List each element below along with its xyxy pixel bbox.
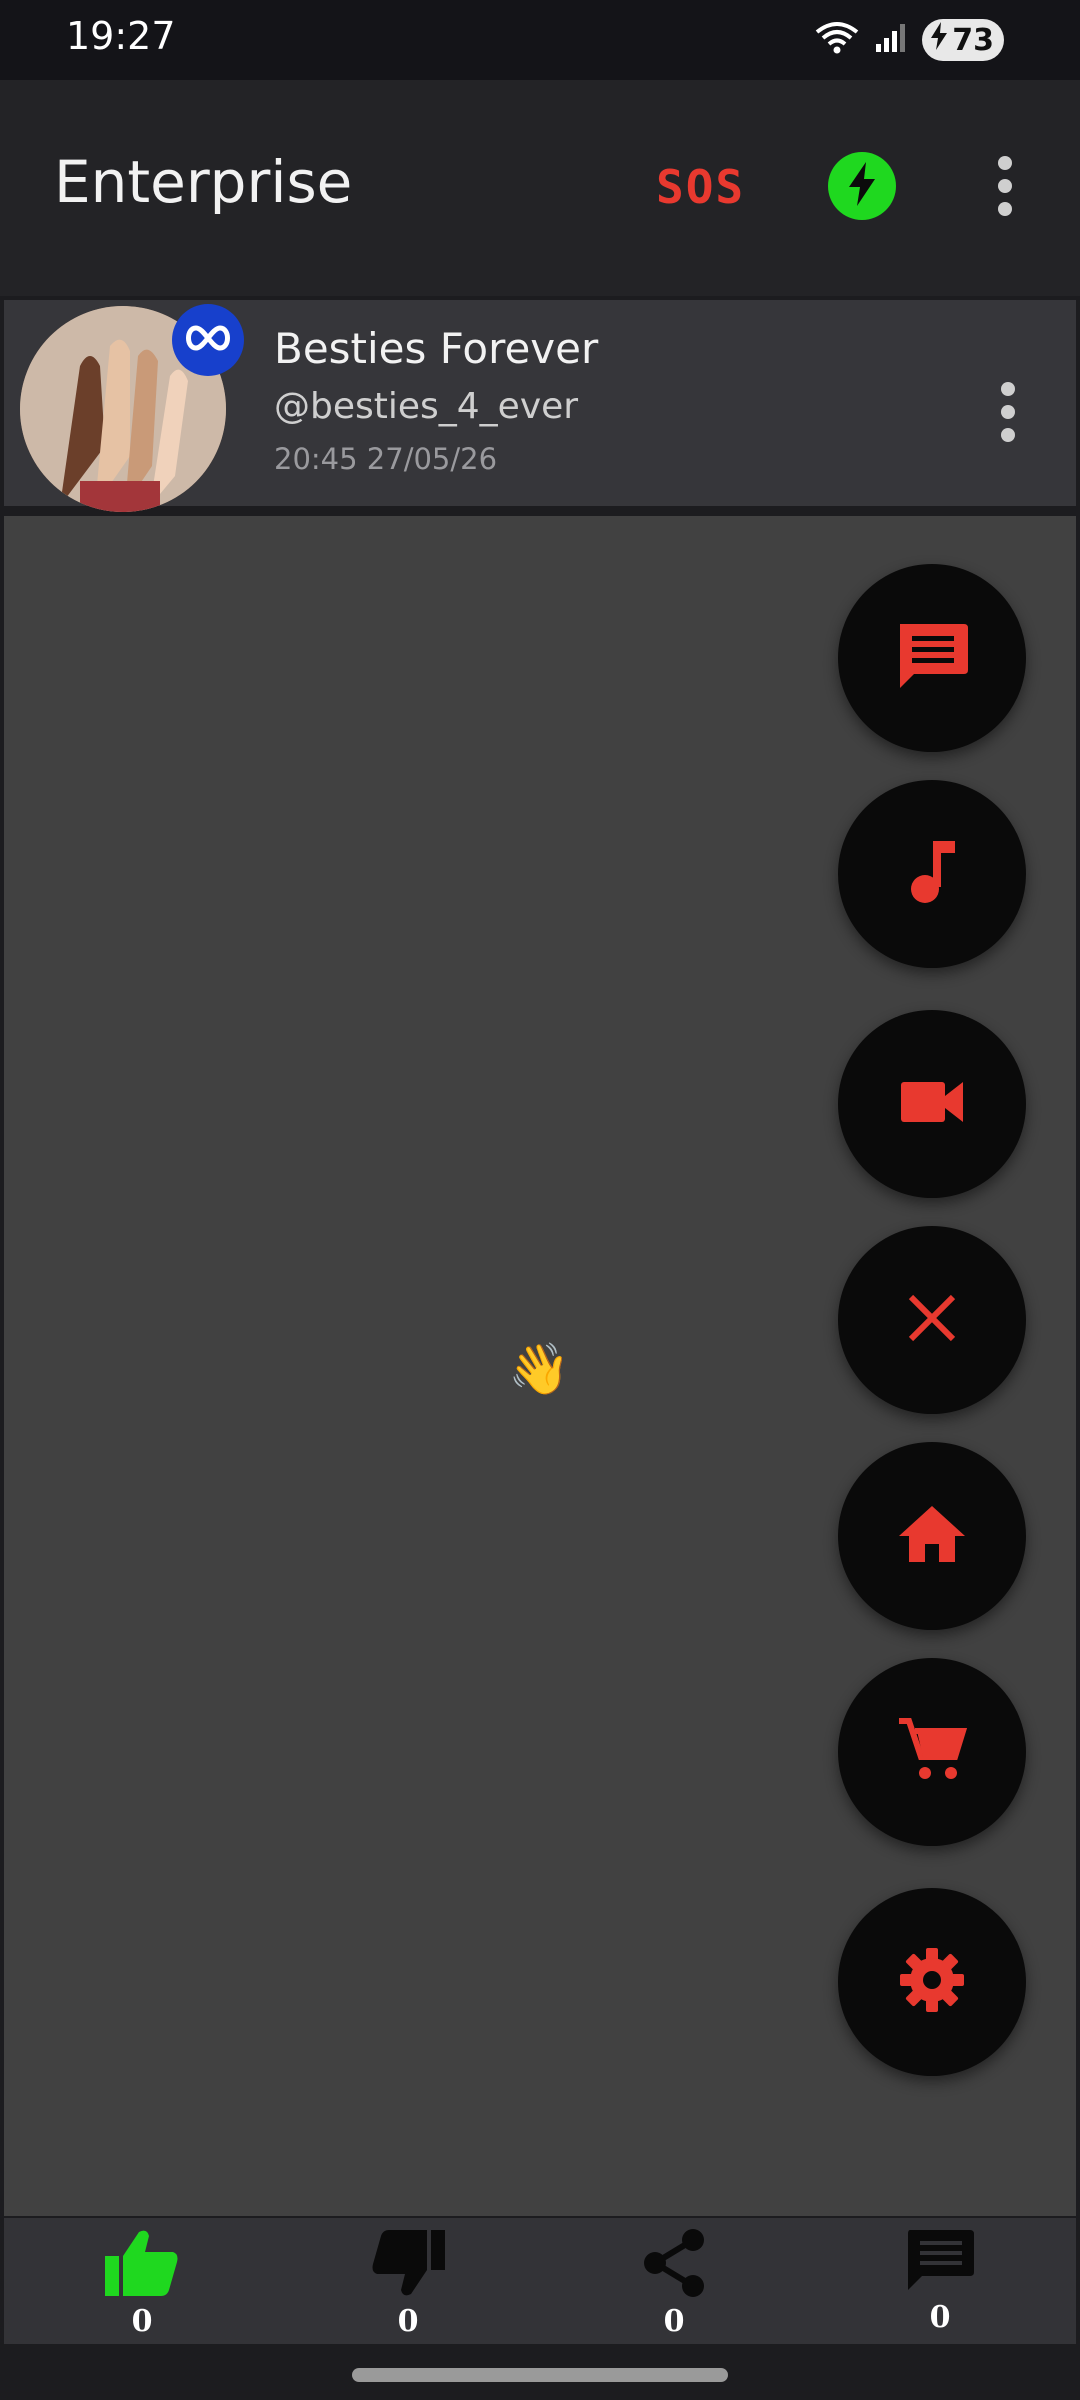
- profile-menu-button[interactable]: [998, 382, 1018, 442]
- music-fab-button[interactable]: [838, 780, 1026, 968]
- settings-fab-button[interactable]: [838, 1888, 1026, 2076]
- signal-icon: [874, 22, 908, 58]
- gear-icon: [898, 1946, 966, 2018]
- like-button[interactable]: 0: [72, 2228, 212, 2339]
- music-note-icon: [907, 839, 957, 909]
- like-count: 0: [131, 2304, 153, 2339]
- close-icon: [907, 1293, 957, 1347]
- sos-button[interactable]: SOS: [656, 160, 745, 214]
- profile-handle: @besties_4_ever: [274, 386, 579, 427]
- cart-icon: [897, 1717, 968, 1787]
- share-count: 0: [663, 2304, 685, 2339]
- dislike-count: 0: [397, 2304, 419, 2339]
- chat-icon: [894, 620, 970, 696]
- flash-button[interactable]: [828, 152, 896, 220]
- app-title: Enterprise: [54, 148, 353, 216]
- status-time: 19:27: [66, 14, 176, 58]
- gesture-nav-handle[interactable]: [352, 2368, 728, 2382]
- home-fab-button[interactable]: [838, 1442, 1026, 1630]
- dislike-button[interactable]: 0: [338, 2228, 478, 2339]
- infinity-badge: [172, 304, 244, 376]
- battery-level: 73: [952, 22, 994, 58]
- status-icons: 73: [814, 18, 1004, 62]
- app-bar: Enterprise SOS: [0, 80, 1080, 296]
- battery-indicator: 73: [922, 19, 1004, 61]
- share-button[interactable]: 0: [604, 2228, 744, 2339]
- thumbs-down-icon: [369, 2228, 447, 2302]
- cart-fab-button[interactable]: [838, 1658, 1026, 1846]
- waving-hand-emoji: 👋: [508, 1340, 571, 1398]
- comment-icon: [904, 2228, 976, 2298]
- overflow-menu-button[interactable]: [995, 156, 1015, 216]
- comment-button[interactable]: 0: [870, 2228, 1010, 2335]
- reaction-bar: 0 0 0 0: [4, 2218, 1076, 2344]
- infinity-icon: [182, 324, 234, 356]
- share-icon: [639, 2228, 709, 2302]
- comment-count: 0: [929, 2300, 951, 2335]
- profile-card[interactable]: Besties Forever @besties_4_ever 20:45 27…: [4, 300, 1076, 512]
- profile-name: Besties Forever: [274, 324, 599, 373]
- thumbs-up-icon: [103, 2228, 181, 2302]
- charging-bolt-icon: [930, 22, 948, 58]
- video-fab-button[interactable]: [838, 1010, 1026, 1198]
- close-fab-button[interactable]: [838, 1226, 1026, 1414]
- profile-timestamp: 20:45 27/05/26: [274, 442, 498, 476]
- videocam-icon: [899, 1080, 965, 1128]
- status-bar: 19:27 73: [0, 0, 1080, 80]
- home-icon: [897, 1504, 967, 1568]
- wifi-icon: [814, 20, 860, 60]
- chat-fab-button[interactable]: [838, 564, 1026, 752]
- bolt-icon: [845, 162, 879, 210]
